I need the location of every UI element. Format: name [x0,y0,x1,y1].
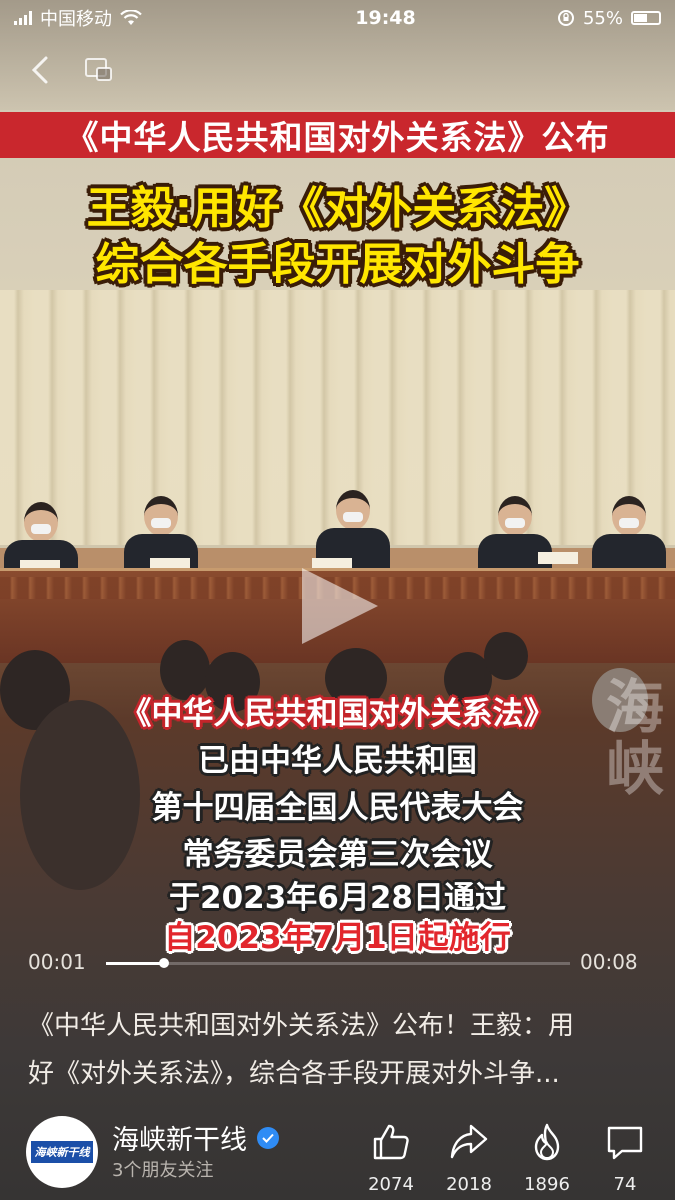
share-arrow-icon [450,1124,488,1159]
subtitle-line-1: 王毅:用好《对外关系法》 [86,183,589,234]
back-arrow-icon[interactable] [24,52,60,88]
caption-line-1: 《中华人民共和国对外关系法》 [120,696,555,732]
description-line-2: 好《对外关系法》，综合各手段开展对外斗争... [28,1059,560,1089]
description-line-1: 《中华人民共和国对外关系法》公布！王毅：用 [28,1011,575,1041]
caption-line-6: 自2023年7月1日起施行 [164,920,511,956]
caption-line-2: 已由中华人民共和国 [198,743,477,779]
progress-fill [106,962,164,965]
official-figure [592,496,666,574]
author-name-row[interactable]: 海峡新干线 [112,1118,279,1157]
current-time: 00:01 [28,950,86,974]
status-bar: 中国移动 19:48 55% [0,0,675,36]
headline-text: 《中华人民共和国对外关系法》公布 [65,118,610,157]
wifi-icon [120,10,142,25]
official-figure [316,490,390,568]
like-count: 2074 [368,1174,414,1195]
comment-bubble-icon [607,1126,643,1160]
caption-line-5: 于2023年6月28日通过 [169,880,506,916]
headline-banner: 《中华人民共和国对外关系法》公布 [0,112,675,158]
avatar-logo: 海峡新干线 [31,1141,93,1163]
verified-icon [257,1126,279,1149]
orientation-lock-icon [557,10,574,26]
status-right: 55% [557,8,661,29]
flame-icon [534,1123,560,1161]
picture-in-picture-icon[interactable] [84,56,114,84]
play-icon[interactable] [302,568,378,644]
battery-percent: 55% [582,7,623,29]
share-button[interactable]: 2018 [434,1122,504,1195]
hot-button[interactable]: 1896 [512,1122,582,1195]
share-count: 2018 [446,1174,492,1195]
total-time: 00:08 [580,950,638,974]
author-avatar[interactable]: 海峡新干线 [26,1116,98,1188]
name-plate [538,552,578,564]
thumbs-up-icon [373,1124,409,1160]
carrier-label: 中国移动 [40,9,112,30]
author-name: 海峡新干线 [112,1125,247,1156]
top-nav [0,46,675,94]
subtitle-line-2: 综合各手段开展对外斗争 [95,239,580,290]
caption-line-3: 第十四届全国人民代表大会 [151,790,524,826]
signal-icon [14,11,32,25]
like-button[interactable]: 2074 [356,1122,426,1195]
progress-knob[interactable] [159,958,169,968]
comment-count: 74 [613,1174,637,1195]
video-description[interactable]: 《中华人民共和国对外关系法》公布！王毅：用 好《对外关系法》，综合各手段开展对外… [28,1002,648,1098]
battery-icon [631,11,661,25]
caption-line-4: 常务委员会第三次会议 [182,837,493,873]
status-time: 19:48 [355,7,416,29]
comment-button[interactable]: 74 [590,1122,660,1195]
audience-head [484,632,528,680]
progress-bar[interactable] [106,958,570,968]
friends-following: 3个朋友关注 [112,1160,214,1181]
hot-count: 1896 [524,1174,570,1195]
